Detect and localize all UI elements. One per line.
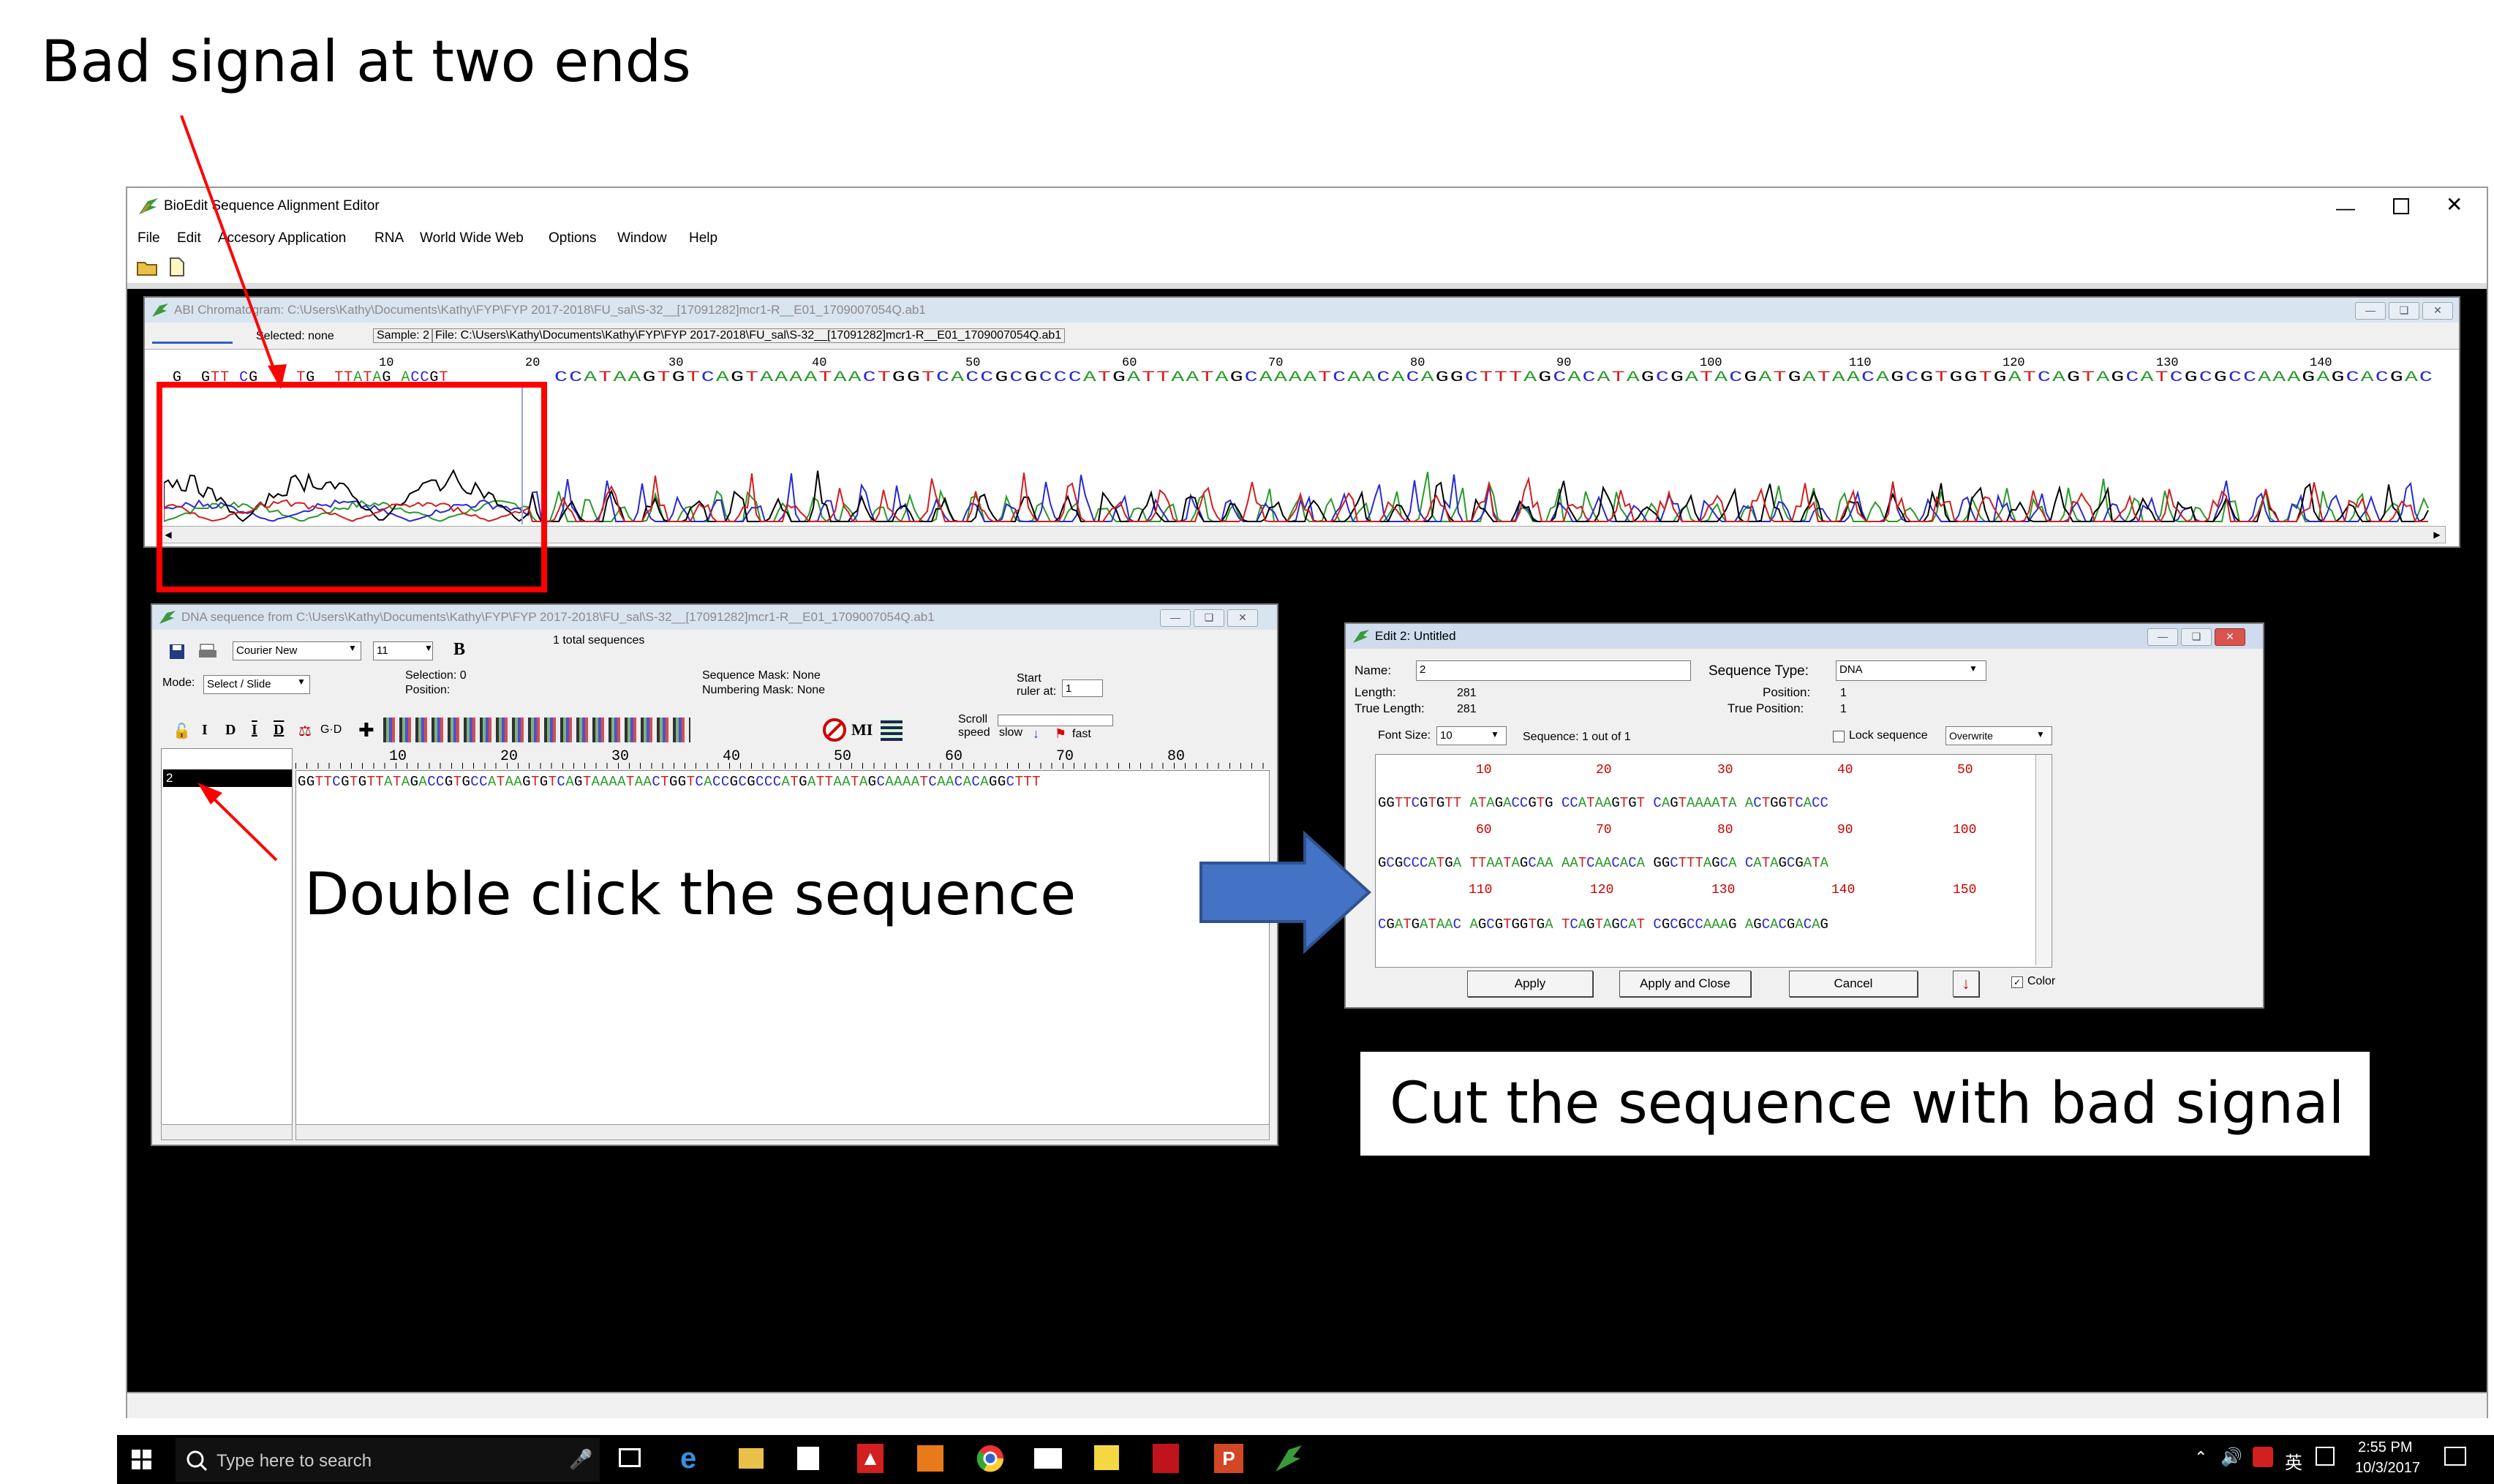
taskbar-search[interactable]: Type here to search 🎤 — [176, 1438, 600, 1482]
search-icon — [187, 1450, 208, 1472]
bioedit-taskbar-icon[interactable] — [1273, 1442, 1305, 1474]
file-explorer-icon[interactable] — [739, 1448, 764, 1469]
tray-app-icon[interactable] — [2253, 1447, 2273, 1467]
clock-time: 2:55 PM — [2358, 1439, 2413, 1455]
acrobat-icon[interactable]: ▲ — [857, 1444, 884, 1473]
chrome-icon[interactable] — [976, 1444, 1005, 1473]
annotation-cut: Cut the sequence with bad signal — [1360, 1052, 2370, 1156]
mcafee-icon[interactable] — [1153, 1444, 1179, 1473]
taskbar: Type here to search 🎤 e ▲ P ⌃ 🔊 英 2:55 P… — [117, 1435, 2494, 1484]
tray-chevron-icon[interactable]: ⌃ — [2194, 1448, 2207, 1467]
sticky-notes-icon[interactable] — [1094, 1445, 1119, 1470]
edge-icon[interactable]: e — [680, 1442, 696, 1475]
powerpoint-icon[interactable]: P — [1214, 1444, 1243, 1473]
annotation-double-click: Double click the sequence — [300, 857, 1081, 931]
media-icon[interactable] — [917, 1445, 943, 1472]
clock-date: 10/3/2017 — [2355, 1460, 2420, 1476]
search-placeholder: Type here to search — [216, 1451, 372, 1471]
task-view-icon[interactable] — [619, 1448, 641, 1467]
windows-start-icon[interactable] — [132, 1450, 152, 1470]
mail-icon[interactable] — [1034, 1448, 1062, 1469]
arrow-right-icon — [1199, 831, 1371, 954]
network-icon[interactable] — [2316, 1447, 2335, 1466]
volume-icon[interactable]: 🔊 — [2220, 1447, 2242, 1468]
store-icon[interactable] — [797, 1447, 819, 1470]
microphone-icon[interactable]: 🎤 — [569, 1448, 592, 1471]
annotation-arrows — [180, 115, 287, 862]
notification-icon[interactable] — [2444, 1447, 2466, 1466]
language-indicator[interactable]: 英 — [2285, 1448, 2302, 1474]
